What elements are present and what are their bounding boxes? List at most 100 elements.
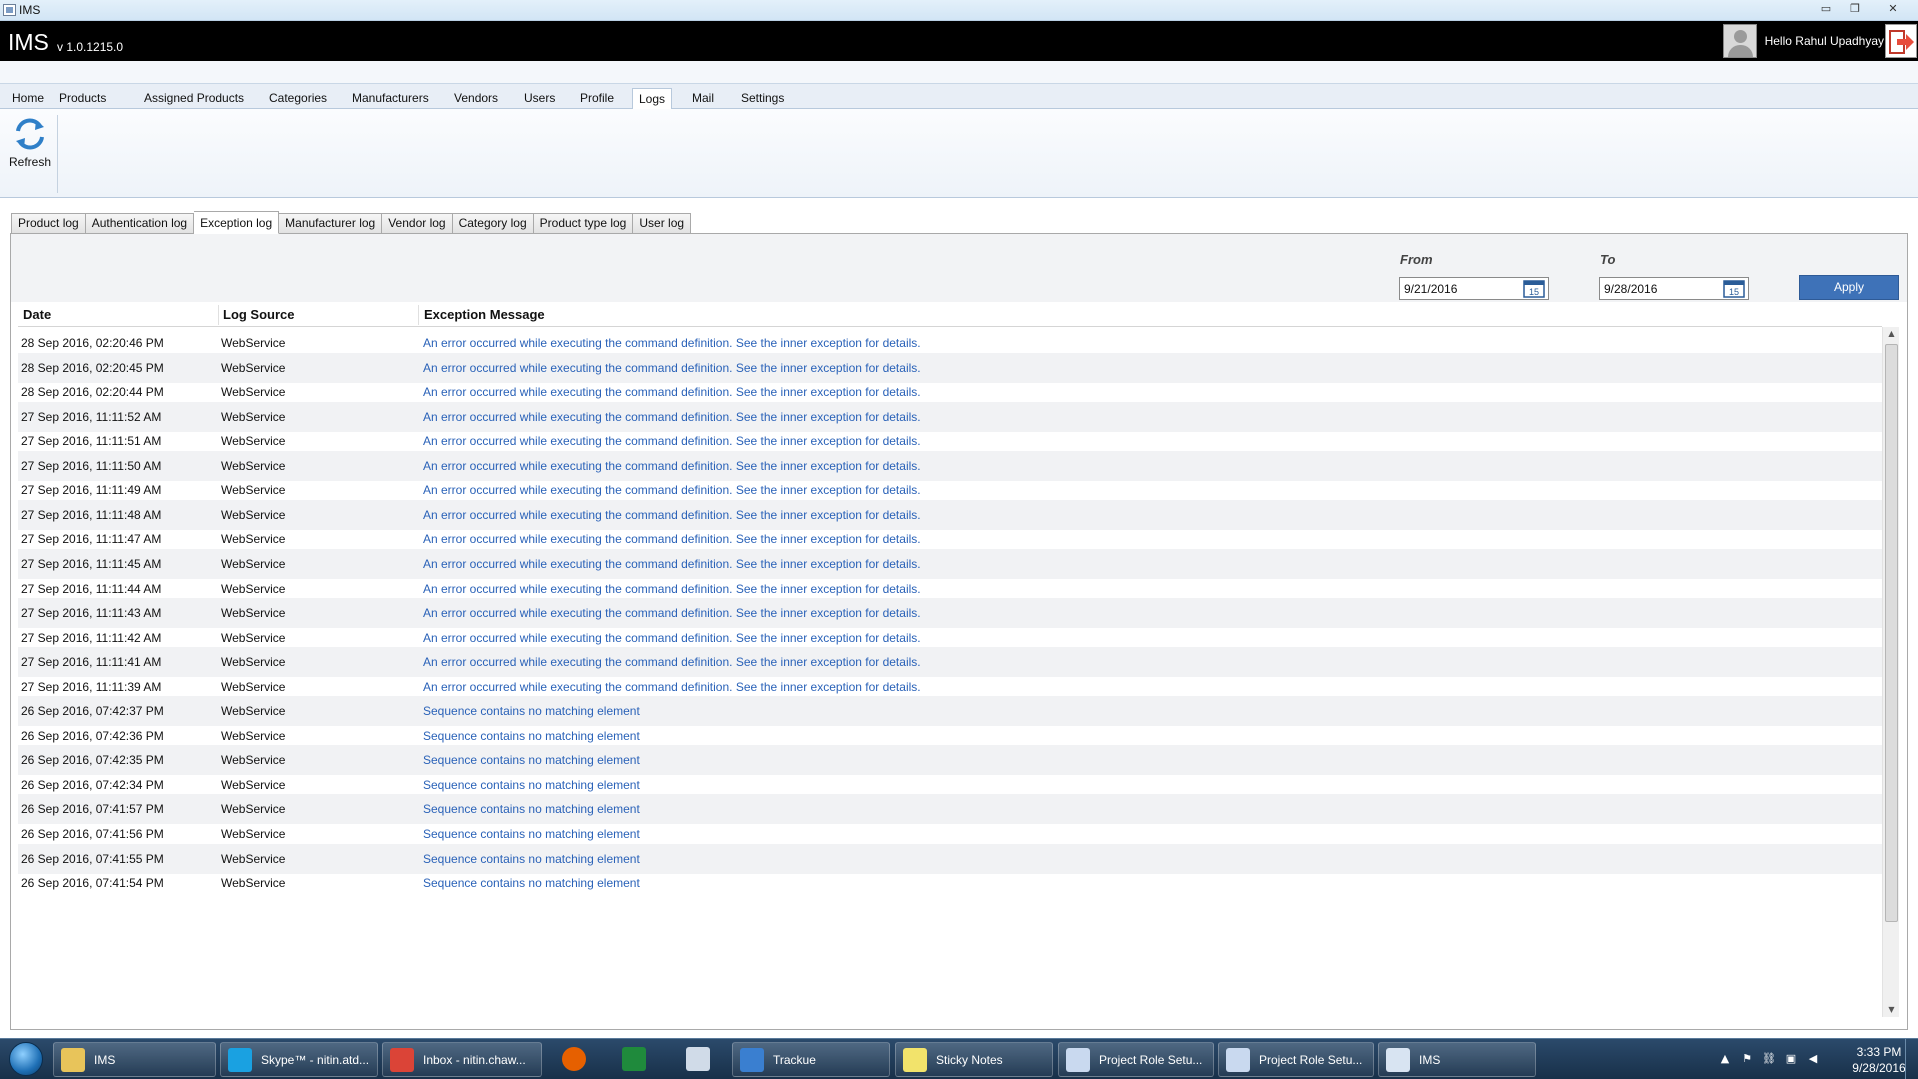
row-exception-message[interactable]: An error occurred while executing the co… (423, 336, 921, 350)
row-log-source: WebService (221, 704, 286, 719)
taskbar-item-label: Inbox - nitin.chaw... (423, 1053, 526, 1067)
taskbar-pinned-app[interactable] (670, 1042, 726, 1077)
window-title-bar: IMS ▭ ❐ ✕ (0, 0, 1918, 21)
taskbar-item[interactable]: Project Role Setu... (1218, 1042, 1374, 1077)
row-exception-message[interactable]: Sequence contains no matching element (423, 704, 640, 718)
scroll-down-arrow[interactable]: ▼ (1883, 1003, 1900, 1017)
tab-user-log[interactable]: User log (633, 213, 692, 234)
tab-authentication-log[interactable]: Authentication log (85, 213, 195, 234)
menu-categories[interactable]: Categories (263, 88, 333, 109)
scroll-up-arrow[interactable]: ▲ (1883, 327, 1900, 341)
row-exception-message[interactable]: An error occurred while executing the co… (423, 361, 921, 375)
row-exception-message[interactable]: An error occurred while executing the co… (423, 532, 921, 546)
taskbar-item[interactable]: Sticky Notes (895, 1042, 1053, 1077)
column-header-exception-message[interactable]: Exception Message (424, 307, 545, 322)
windows-taskbar: IMS Skype™ - nitin.atd... Inbox - nitin.ch… (0, 1038, 1918, 1079)
taskbar-item[interactable]: IMS (53, 1042, 216, 1077)
row-exception-message[interactable]: Sequence contains no matching element (423, 729, 640, 743)
menu-manufacturers[interactable]: Manufacturers (346, 88, 435, 109)
row-exception-message[interactable]: Sequence contains no matching element (423, 753, 640, 767)
taskbar-item[interactable]: Inbox - nitin.chaw... (382, 1042, 542, 1077)
menu-vendors[interactable]: Vendors (448, 88, 504, 109)
taskbar-pinned-app[interactable] (606, 1042, 662, 1077)
log-tabs: Product log Authentication log Exception… (11, 211, 692, 234)
row-exception-message[interactable]: Sequence contains no matching element (423, 852, 640, 866)
row-log-source: WebService (221, 802, 286, 817)
table-row[interactable]: 26 Sep 2016, 07:41:54 PM WebService Sequen… (18, 868, 1882, 898)
tab-product-type-log[interactable]: Product type log (533, 213, 634, 234)
network-icon[interactable]: ▣ (1784, 1052, 1798, 1066)
show-desktop-button[interactable] (1905, 1039, 1918, 1079)
usb-icon[interactable]: ⛓ (1762, 1052, 1776, 1066)
volume-icon[interactable]: ◀ (1806, 1052, 1820, 1066)
column-divider (418, 305, 419, 325)
row-exception-message[interactable]: An error occurred while executing the co… (423, 606, 921, 620)
scroll-thumb[interactable] (1885, 344, 1898, 922)
row-log-source: WebService (221, 777, 286, 792)
to-calendar-icon[interactable]: 15 (1723, 279, 1745, 298)
menu-assigned-products[interactable]: Assigned Products (138, 88, 250, 109)
tab-category-log[interactable]: Category log (452, 213, 534, 234)
refresh-button[interactable]: Refresh (6, 113, 54, 173)
ribbon: Refresh (0, 109, 1918, 198)
row-exception-message[interactable]: Sequence contains no matching element (423, 778, 640, 792)
taskbar-pinned-app[interactable] (546, 1042, 602, 1077)
menu-mail[interactable]: Mail (686, 88, 720, 109)
action-center-flag-icon[interactable]: ⚑ (1740, 1052, 1754, 1066)
logout-button[interactable] (1885, 24, 1917, 58)
menu-logs[interactable]: Logs (632, 88, 673, 110)
row-date: 27 Sep 2016, 11:11:49 AM (21, 483, 162, 498)
taskbar-item[interactable]: IMS (1378, 1042, 1536, 1077)
minimize-button[interactable]: ▭ (1813, 2, 1839, 17)
start-button[interactable] (2, 1040, 50, 1078)
row-exception-message[interactable]: An error occurred while executing the co… (423, 483, 921, 497)
row-exception-message[interactable]: Sequence contains no matching element (423, 802, 640, 816)
row-exception-message[interactable]: An error occurred while executing the co… (423, 508, 921, 522)
row-exception-message[interactable]: An error occurred while executing the co… (423, 385, 921, 399)
column-header-date[interactable]: Date (23, 307, 51, 322)
tab-product-log[interactable]: Product log (11, 213, 86, 234)
row-exception-message[interactable]: Sequence contains no matching element (423, 876, 640, 890)
row-exception-message[interactable]: An error occurred while executing the co… (423, 410, 921, 424)
row-exception-message[interactable]: An error occurred while executing the co… (423, 680, 921, 694)
taskbar-item[interactable]: Skype™ - nitin.atd... (220, 1042, 378, 1077)
menu-settings[interactable]: Settings (735, 88, 790, 109)
column-header-log-source[interactable]: Log Source (223, 307, 295, 322)
menu-profile[interactable]: Profile (574, 88, 620, 109)
taskbar-item-label: Sticky Notes (936, 1053, 1003, 1067)
row-date: 27 Sep 2016, 11:11:39 AM (21, 679, 162, 694)
taskbar-item[interactable]: Project Role Setu... (1058, 1042, 1214, 1077)
tab-vendor-log[interactable]: Vendor log (382, 213, 453, 234)
row-exception-message[interactable]: Sequence contains no matching element (423, 827, 640, 841)
row-date: 26 Sep 2016, 07:41:54 PM (21, 876, 164, 891)
document-icon (1066, 1048, 1090, 1072)
grid-scrollbar[interactable]: ▲ ▼ (1882, 327, 1899, 1017)
tab-manufacturer-log[interactable]: Manufacturer log (279, 213, 383, 234)
tab-exception-log[interactable]: Exception log (194, 211, 280, 234)
avatar (1722, 24, 1757, 58)
row-exception-message[interactable]: An error occurred while executing the co… (423, 631, 921, 645)
menu-home[interactable]: Home (6, 88, 50, 109)
spreadsheet-icon (622, 1047, 646, 1071)
menu-users[interactable]: Users (518, 88, 561, 109)
close-button[interactable]: ✕ (1880, 2, 1906, 17)
row-log-source: WebService (221, 827, 286, 841)
taskbar-item[interactable]: Trackue (732, 1042, 890, 1077)
row-exception-message[interactable]: An error occurred while executing the co… (423, 582, 921, 596)
row-date: 26 Sep 2016, 07:41:56 PM (21, 827, 164, 841)
row-log-source: WebService (221, 876, 286, 891)
menu-products[interactable]: Products (53, 88, 112, 109)
clock[interactable]: 3:33 PM 9/28/2016 (1844, 1044, 1914, 1076)
row-exception-message[interactable]: An error occurred while executing the co… (423, 655, 921, 669)
refresh-icon (16, 118, 44, 150)
tray-expand-icon[interactable]: ▲ (1718, 1052, 1732, 1066)
apply-button[interactable]: Apply (1799, 275, 1899, 300)
row-exception-message[interactable]: An error occurred while executing the co… (423, 434, 921, 448)
app-window-icon (3, 4, 16, 16)
row-exception-message[interactable]: An error occurred while executing the co… (423, 459, 921, 473)
firefox-icon (562, 1047, 586, 1071)
row-exception-message[interactable]: An error occurred while executing the co… (423, 557, 921, 571)
app-header: IMS v 1.0.1215.0 Hello Rahul Upadhyay (0, 21, 1918, 61)
maximize-button[interactable]: ❐ (1842, 2, 1868, 17)
from-calendar-icon[interactable]: 15 (1523, 279, 1545, 298)
